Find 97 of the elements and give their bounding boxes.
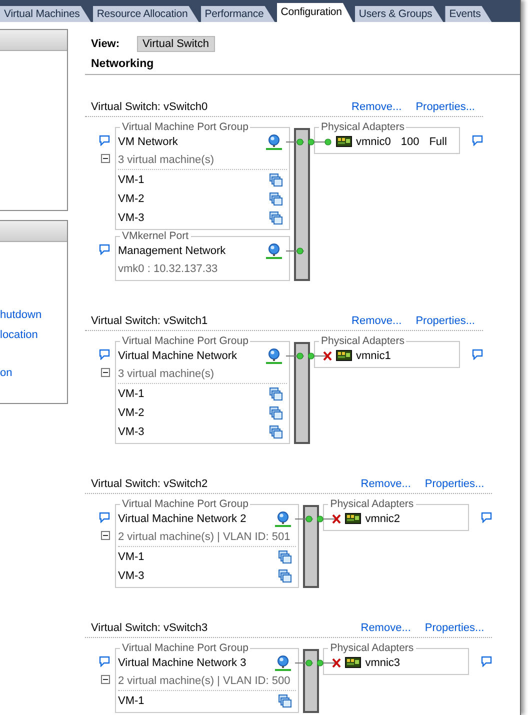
vm-name[interactable]: VM-1 bbox=[118, 174, 269, 186]
network-card-icon bbox=[345, 513, 362, 525]
adapter-name: vmnic3 bbox=[365, 657, 400, 669]
stacked-windows-icon bbox=[278, 568, 292, 582]
stacked-windows-icon bbox=[278, 694, 292, 708]
globe-icon bbox=[266, 348, 282, 364]
action-link[interactable]: Remove... bbox=[352, 101, 402, 113]
connector-line bbox=[286, 352, 304, 360]
connector-line bbox=[295, 515, 314, 523]
side-link[interactable]: location bbox=[0, 328, 67, 342]
port-group-name: Management Network bbox=[118, 245, 227, 257]
tab[interactable]: Configuration bbox=[276, 3, 353, 22]
action-link[interactable]: Properties... bbox=[416, 101, 475, 113]
adapter-name: vmnic2 bbox=[365, 513, 400, 525]
adapter-duplex: Full bbox=[429, 136, 447, 148]
action-link[interactable]: Properties... bbox=[424, 622, 484, 634]
switch-title: Virtual Switch: vSwitch1 bbox=[91, 315, 209, 327]
comment-icon[interactable] bbox=[99, 244, 110, 255]
side-link[interactable]: on bbox=[0, 366, 67, 380]
vm-name[interactable]: VM-3 bbox=[118, 212, 269, 224]
collapse-icon[interactable] bbox=[101, 368, 110, 377]
vm-name[interactable]: VM-2 bbox=[118, 406, 269, 418]
network-card-icon bbox=[345, 657, 362, 669]
tab[interactable]: Users & Groups bbox=[354, 6, 444, 22]
action-link[interactable]: Remove... bbox=[360, 622, 411, 634]
connector-line bbox=[286, 247, 304, 255]
action-link[interactable]: Remove... bbox=[360, 478, 411, 490]
view-selector[interactable]: Virtual Switch bbox=[136, 36, 215, 52]
group-label: Physical Adapters bbox=[320, 335, 406, 347]
connector-line bbox=[295, 659, 314, 667]
group-label: Virtual Machine Port Group bbox=[121, 121, 250, 133]
comment-icon[interactable] bbox=[99, 135, 110, 146]
comment-icon[interactable] bbox=[99, 656, 110, 667]
group-label: VMkernel Port bbox=[121, 230, 190, 242]
vmkernel-address: vmk0 : 10.32.137.33 bbox=[118, 262, 219, 277]
vm-name[interactable]: VM-2 bbox=[118, 192, 269, 204]
tab[interactable]: Events bbox=[445, 6, 492, 22]
comment-icon[interactable] bbox=[99, 349, 110, 360]
vm-count: 2 virtual machine(s) | VLAN ID: 500 bbox=[118, 672, 296, 691]
group-label: Virtual Machine Port Group bbox=[121, 498, 250, 510]
comment-icon[interactable] bbox=[472, 349, 483, 360]
stacked-windows-icon bbox=[269, 386, 283, 400]
panel-header bbox=[0, 221, 67, 242]
vm-count: 2 virtual machine(s) | VLAN ID: 501 bbox=[118, 528, 296, 547]
group-label: Physical Adapters bbox=[329, 642, 415, 654]
stacked-windows-icon bbox=[269, 192, 283, 206]
stacked-windows-icon bbox=[269, 424, 283, 438]
switch-title: Virtual Switch: vSwitch2 bbox=[91, 478, 209, 490]
vm-name[interactable]: VM-1 bbox=[118, 388, 269, 400]
connector-line bbox=[286, 138, 304, 146]
side-link[interactable]: hutdown bbox=[0, 308, 67, 322]
globe-icon bbox=[266, 134, 282, 150]
vm-count: 3 virtual machine(s) bbox=[118, 151, 287, 170]
collapse-icon[interactable] bbox=[101, 154, 110, 163]
switch-title: Virtual Switch: vSwitch3 bbox=[91, 622, 209, 634]
switch-title: Virtual Switch: vSwitch0 bbox=[91, 101, 209, 113]
stacked-windows-icon bbox=[269, 172, 283, 186]
port-group-name: VM Network bbox=[118, 136, 179, 148]
adapter-name: vmnic1 bbox=[356, 350, 391, 362]
stacked-windows-icon bbox=[269, 210, 283, 224]
action-link[interactable]: Properties... bbox=[424, 478, 484, 490]
vm-count: 3 virtual machine(s) bbox=[118, 365, 287, 384]
comment-icon[interactable] bbox=[481, 512, 492, 523]
tab[interactable]: Resource Allocation bbox=[92, 6, 199, 22]
switch-bar bbox=[303, 649, 320, 713]
panel-header bbox=[0, 30, 67, 51]
comment-icon[interactable] bbox=[481, 656, 492, 667]
comment-icon[interactable] bbox=[472, 135, 483, 146]
tab[interactable]: Performance bbox=[200, 6, 275, 22]
collapse-icon[interactable] bbox=[101, 531, 110, 540]
network-card-icon bbox=[336, 136, 352, 148]
action-link[interactable]: Properties... bbox=[416, 315, 475, 327]
group-label: Virtual Machine Port Group bbox=[121, 642, 250, 654]
stacked-windows-icon bbox=[278, 550, 292, 564]
adapter-name: vmnic0 bbox=[356, 136, 391, 148]
port-group-name: Virtual Machine Network 3 bbox=[118, 657, 248, 669]
adapter-speed: 100 bbox=[400, 136, 420, 148]
action-link[interactable]: Remove... bbox=[352, 315, 402, 327]
vm-name[interactable]: VM-3 bbox=[118, 426, 269, 438]
vm-name[interactable]: VM-3 bbox=[118, 570, 278, 582]
collapse-icon[interactable] bbox=[101, 675, 110, 684]
tab[interactable]: Virtual Machines bbox=[0, 6, 91, 22]
group-label: Virtual Machine Port Group bbox=[121, 335, 250, 347]
globe-icon bbox=[275, 655, 292, 671]
globe-icon bbox=[266, 243, 282, 259]
network-card-icon bbox=[336, 350, 352, 362]
section-title: Networking bbox=[85, 52, 520, 75]
stacked-windows-icon bbox=[269, 406, 283, 420]
view-label: View: bbox=[91, 38, 120, 50]
group-label: Physical Adapters bbox=[320, 121, 406, 133]
vm-name[interactable]: VM-1 bbox=[118, 550, 278, 562]
port-group-name: Virtual Machine Network bbox=[118, 350, 238, 362]
port-group-name: Virtual Machine Network 2 bbox=[118, 513, 248, 525]
group-label: Physical Adapters bbox=[329, 498, 415, 510]
comment-icon[interactable] bbox=[99, 512, 110, 523]
globe-icon bbox=[275, 511, 292, 527]
vm-name[interactable]: VM-1 bbox=[118, 694, 278, 706]
